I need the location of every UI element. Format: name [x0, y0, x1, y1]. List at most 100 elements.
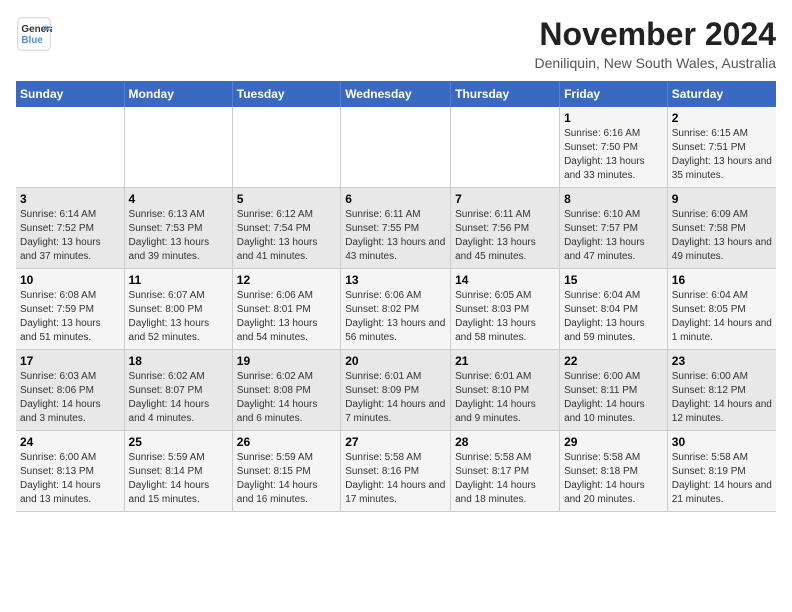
- day-number: 5: [237, 192, 336, 206]
- calendar-cell: 21 Sunrise: 6:01 AM Sunset: 8:10 PM Dayli…: [451, 350, 560, 431]
- calendar-cell: 4 Sunrise: 6:13 AM Sunset: 7:53 PM Daylig…: [124, 188, 232, 269]
- day-number: 6: [345, 192, 446, 206]
- day-info: Sunrise: 5:58 AM Sunset: 8:18 PM Dayligh…: [564, 451, 663, 507]
- day-number: 16: [672, 273, 772, 287]
- day-info: Sunrise: 6:14 AM Sunset: 7:52 PM Dayligh…: [20, 208, 120, 264]
- calendar-cell: 22Sunrise: 6:00 AM Sunset: 8:11 PM Dayli…: [560, 350, 668, 431]
- day-info: Sunrise: 5:59 AM Sunset: 8:14 PM Dayligh…: [129, 451, 228, 507]
- title-section: November 2024 Deniliquin, New South Wale…: [535, 16, 777, 71]
- day-number: 11: [129, 273, 228, 287]
- day-number: 21: [455, 354, 555, 368]
- calendar-table: SundayMondayTuesdayWednesdayThursdayFrid…: [16, 81, 776, 512]
- calendar-cell: 16 Sunrise: 6:04 AM Sunset: 8:05 PM Dayli…: [667, 269, 776, 350]
- calendar-cell: [341, 107, 451, 188]
- day-number: 1: [564, 111, 663, 125]
- logo-icon: General Blue: [16, 16, 52, 52]
- day-number: 15: [564, 273, 663, 287]
- day-info: Sunrise: 5:58 AM Sunset: 8:16 PM Dayligh…: [345, 451, 446, 507]
- day-number: 8: [564, 192, 663, 206]
- day-number: 2: [672, 111, 772, 125]
- day-number: 23: [672, 354, 772, 368]
- day-number: 12: [237, 273, 336, 287]
- day-number: 4: [129, 192, 228, 206]
- calendar-cell: [451, 107, 560, 188]
- day-info: Sunrise: 6:01 AM Sunset: 8:09 PM Dayligh…: [345, 370, 446, 426]
- main-title: November 2024: [535, 16, 777, 53]
- calendar-header-row: SundayMondayTuesdayWednesdayThursdayFrid…: [16, 81, 776, 107]
- day-info: Sunrise: 6:16 AM Sunset: 7:50 PM Dayligh…: [564, 127, 663, 183]
- day-info: Sunrise: 6:09 AM Sunset: 7:58 PM Dayligh…: [672, 208, 772, 264]
- day-number: 25: [129, 435, 228, 449]
- day-info: Sunrise: 5:58 AM Sunset: 8:17 PM Dayligh…: [455, 451, 555, 507]
- calendar-cell: 13Sunrise: 6:06 AM Sunset: 8:02 PM Dayli…: [341, 269, 451, 350]
- day-number: 20: [345, 354, 446, 368]
- day-info: Sunrise: 6:03 AM Sunset: 8:06 PM Dayligh…: [20, 370, 120, 426]
- calendar-cell: 14 Sunrise: 6:05 AM Sunset: 8:03 PM Dayli…: [451, 269, 560, 350]
- calendar-cell: 5 Sunrise: 6:12 AM Sunset: 7:54 PM Daylig…: [232, 188, 340, 269]
- day-info: Sunrise: 6:04 AM Sunset: 8:05 PM Dayligh…: [672, 289, 772, 345]
- calendar-cell: 27Sunrise: 5:58 AM Sunset: 8:16 PM Dayli…: [341, 431, 451, 512]
- day-info: Sunrise: 6:00 AM Sunset: 8:13 PM Dayligh…: [20, 451, 120, 507]
- day-number: 29: [564, 435, 663, 449]
- day-info: Sunrise: 6:11 AM Sunset: 7:56 PM Dayligh…: [455, 208, 555, 264]
- day-info: Sunrise: 6:06 AM Sunset: 8:01 PM Dayligh…: [237, 289, 336, 345]
- calendar-week-1: 1 Sunrise: 6:16 AM Sunset: 7:50 PM Daylig…: [16, 107, 776, 188]
- calendar-cell: 18 Sunrise: 6:02 AM Sunset: 8:07 PM Dayli…: [124, 350, 232, 431]
- calendar-week-2: 3 Sunrise: 6:14 AM Sunset: 7:52 PM Daylig…: [16, 188, 776, 269]
- weekday-header-monday: Monday: [124, 81, 232, 107]
- day-number: 9: [672, 192, 772, 206]
- day-info: Sunrise: 6:08 AM Sunset: 7:59 PM Dayligh…: [20, 289, 120, 345]
- calendar-cell: 15 Sunrise: 6:04 AM Sunset: 8:04 PM Dayli…: [560, 269, 668, 350]
- calendar-week-5: 24Sunrise: 6:00 AM Sunset: 8:13 PM Dayli…: [16, 431, 776, 512]
- day-info: Sunrise: 6:05 AM Sunset: 8:03 PM Dayligh…: [455, 289, 555, 345]
- day-number: 26: [237, 435, 336, 449]
- subtitle: Deniliquin, New South Wales, Australia: [535, 55, 777, 71]
- calendar-cell: 9 Sunrise: 6:09 AM Sunset: 7:58 PM Daylig…: [667, 188, 776, 269]
- calendar-cell: 8 Sunrise: 6:10 AM Sunset: 7:57 PM Daylig…: [560, 188, 668, 269]
- day-info: Sunrise: 6:12 AM Sunset: 7:54 PM Dayligh…: [237, 208, 336, 264]
- calendar-week-4: 17 Sunrise: 6:03 AM Sunset: 8:06 PM Dayli…: [16, 350, 776, 431]
- day-number: 7: [455, 192, 555, 206]
- day-info: Sunrise: 6:15 AM Sunset: 7:51 PM Dayligh…: [672, 127, 772, 183]
- calendar-cell: 6 Sunrise: 6:11 AM Sunset: 7:55 PM Daylig…: [341, 188, 451, 269]
- calendar-cell: 10Sunrise: 6:08 AM Sunset: 7:59 PM Dayli…: [16, 269, 124, 350]
- day-info: Sunrise: 6:01 AM Sunset: 8:10 PM Dayligh…: [455, 370, 555, 426]
- day-info: Sunrise: 6:04 AM Sunset: 8:04 PM Dayligh…: [564, 289, 663, 345]
- page-header: General Blue November 2024 Deniliquin, N…: [16, 16, 776, 71]
- calendar-cell: 23Sunrise: 6:00 AM Sunset: 8:12 PM Dayli…: [667, 350, 776, 431]
- day-number: 3: [20, 192, 120, 206]
- day-number: 18: [129, 354, 228, 368]
- day-info: Sunrise: 6:02 AM Sunset: 8:07 PM Dayligh…: [129, 370, 228, 426]
- day-info: Sunrise: 5:59 AM Sunset: 8:15 PM Dayligh…: [237, 451, 336, 507]
- day-info: Sunrise: 6:07 AM Sunset: 8:00 PM Dayligh…: [129, 289, 228, 345]
- day-number: 28: [455, 435, 555, 449]
- day-info: Sunrise: 6:06 AM Sunset: 8:02 PM Dayligh…: [345, 289, 446, 345]
- day-info: Sunrise: 5:58 AM Sunset: 8:19 PM Dayligh…: [672, 451, 772, 507]
- calendar-cell: [232, 107, 340, 188]
- day-number: 14: [455, 273, 555, 287]
- logo: General Blue: [16, 16, 56, 52]
- weekday-header-tuesday: Tuesday: [232, 81, 340, 107]
- weekday-header-friday: Friday: [560, 81, 668, 107]
- day-number: 17: [20, 354, 120, 368]
- weekday-header-sunday: Sunday: [16, 81, 124, 107]
- calendar-week-3: 10Sunrise: 6:08 AM Sunset: 7:59 PM Dayli…: [16, 269, 776, 350]
- day-number: 19: [237, 354, 336, 368]
- calendar-cell: 19 Sunrise: 6:02 AM Sunset: 8:08 PM Dayli…: [232, 350, 340, 431]
- day-info: Sunrise: 6:10 AM Sunset: 7:57 PM Dayligh…: [564, 208, 663, 264]
- day-number: 22: [564, 354, 663, 368]
- day-info: Sunrise: 6:02 AM Sunset: 8:08 PM Dayligh…: [237, 370, 336, 426]
- day-info: Sunrise: 6:11 AM Sunset: 7:55 PM Dayligh…: [345, 208, 446, 264]
- calendar-cell: 7 Sunrise: 6:11 AM Sunset: 7:56 PM Daylig…: [451, 188, 560, 269]
- calendar-cell: 17 Sunrise: 6:03 AM Sunset: 8:06 PM Dayli…: [16, 350, 124, 431]
- day-info: Sunrise: 6:13 AM Sunset: 7:53 PM Dayligh…: [129, 208, 228, 264]
- calendar-cell: 30Sunrise: 5:58 AM Sunset: 8:19 PM Dayli…: [667, 431, 776, 512]
- weekday-header-wednesday: Wednesday: [341, 81, 451, 107]
- calendar-cell: 2 Sunrise: 6:15 AM Sunset: 7:51 PM Daylig…: [667, 107, 776, 188]
- calendar-cell: 1 Sunrise: 6:16 AM Sunset: 7:50 PM Daylig…: [560, 107, 668, 188]
- svg-text:Blue: Blue: [21, 35, 43, 46]
- calendar-cell: 28 Sunrise: 5:58 AM Sunset: 8:17 PM Dayli…: [451, 431, 560, 512]
- calendar-cell: [124, 107, 232, 188]
- calendar-cell: 26 Sunrise: 5:59 AM Sunset: 8:15 PM Dayli…: [232, 431, 340, 512]
- calendar-cell: 12 Sunrise: 6:06 AM Sunset: 8:01 PM Dayli…: [232, 269, 340, 350]
